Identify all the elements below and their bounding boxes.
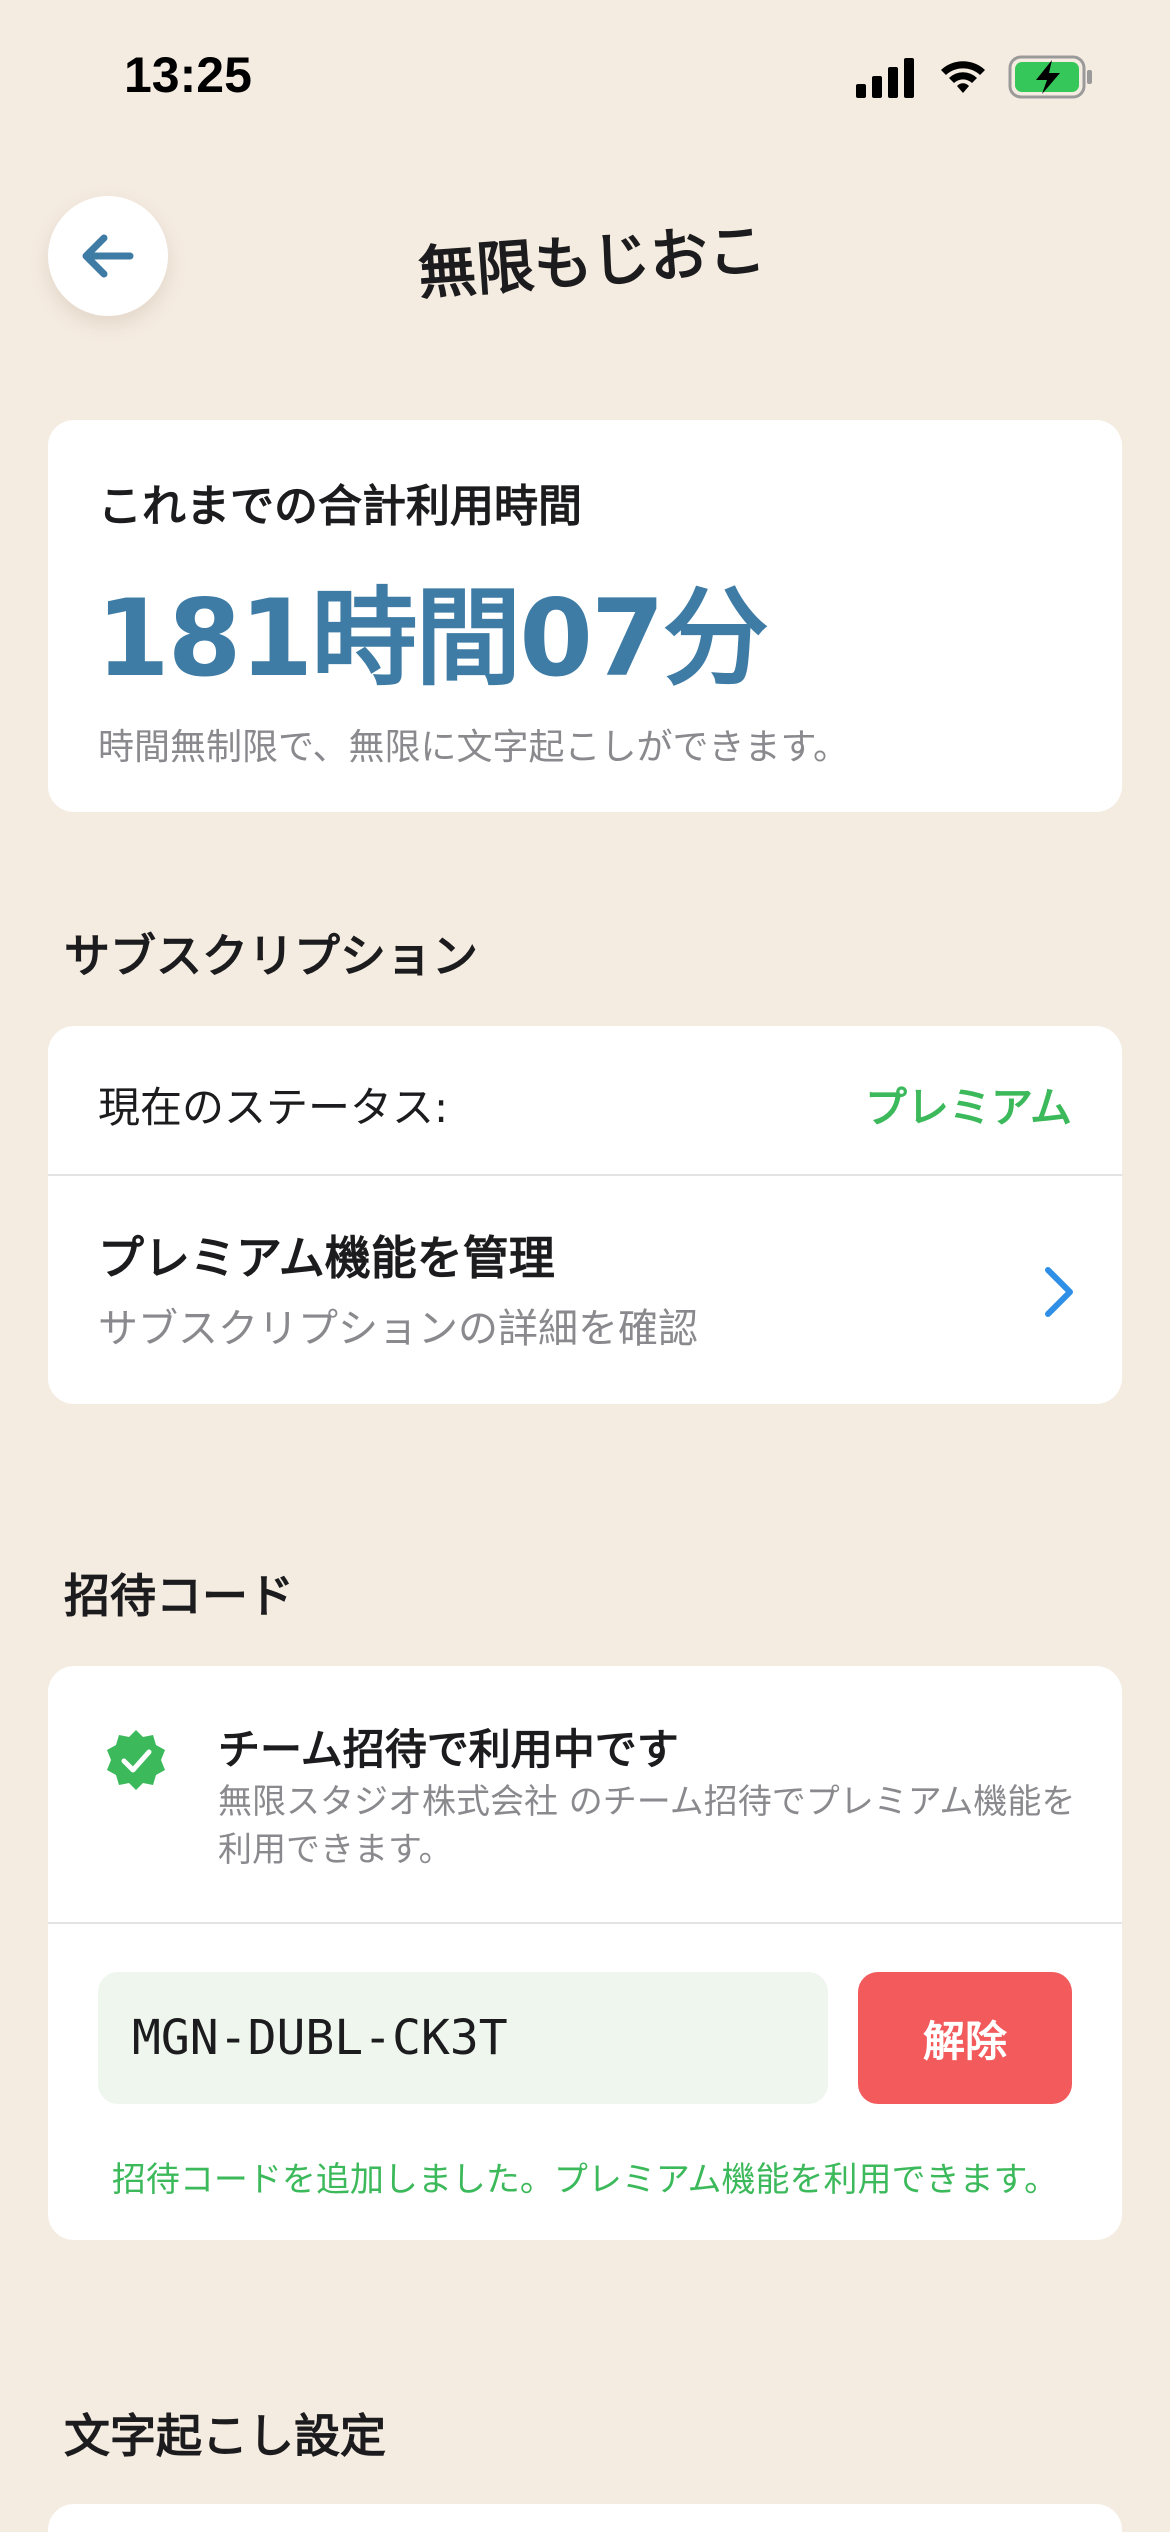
invite-status-title: チーム招待で利用中です xyxy=(218,1725,679,1774)
manage-premium-subtitle: サブスクリプションの詳細を確認 xyxy=(98,1306,698,1352)
verified-check-icon xyxy=(107,1730,165,1790)
invite-status-description: 無限スタジオ株式会社 のチーム招待でプレミアム機能を利用できます。 xyxy=(218,1782,1076,1870)
wifi-icon xyxy=(941,61,985,93)
svg-text:無限もじおこし: 無限もじおこし xyxy=(416,212,762,308)
chevron-right-icon xyxy=(1045,1267,1073,1317)
invite-success-message: 招待コードを追加しました。プレミアム機能を利用できます。 xyxy=(111,2160,1059,2200)
arrow-left-icon xyxy=(82,234,134,278)
divider xyxy=(48,1922,1122,1924)
app-logo: 無限もじおこし xyxy=(416,212,762,308)
status-label: 現在のステータス: xyxy=(98,1083,449,1132)
battery-charging-icon xyxy=(1008,55,1092,99)
cellular-signal-icon xyxy=(856,58,914,98)
subscription-card: 現在のステータス: プレミアム プレミアム機能を管理 サブスクリプションの詳細を… xyxy=(48,1026,1122,1404)
usage-total-value: 181時間07分 xyxy=(96,577,769,700)
usage-label: これまでの合計利用時間 xyxy=(98,481,582,532)
back-button[interactable] xyxy=(48,196,168,316)
invite-code-card: チーム招待で利用中です 無限スタジオ株式会社 のチーム招待でプレミアム機能を利用… xyxy=(48,1666,1122,2240)
usage-card: これまでの合計利用時間 181時間07分 時間無制限で、無限に文字起こしができま… xyxy=(48,420,1122,812)
manage-premium-title: プレミアム機能を管理 xyxy=(98,1231,555,1285)
section-title-invite-code: 招待コード xyxy=(64,1569,294,1623)
status-bar: 13:25 xyxy=(0,0,1170,150)
section-title-subscription: サブスクリプション xyxy=(64,929,478,983)
manage-premium-row[interactable]: プレミアム機能を管理 サブスクリプションの詳細を確認 xyxy=(48,1176,1122,1404)
invite-code-field[interactable] xyxy=(98,1972,828,2104)
status-badge: プレミアム xyxy=(864,1083,1072,1132)
usage-description: 時間無制限で、無限に文字起こしができます。 xyxy=(98,727,849,768)
section-title-transcription-settings: 文字起こし設定 xyxy=(64,2409,386,2463)
transcription-settings-card xyxy=(48,2504,1122,2532)
release-button[interactable]: 解除 xyxy=(858,1972,1072,2104)
status-time: 13:25 xyxy=(124,47,252,103)
subscription-status-row: 現在のステータス: プレミアム xyxy=(48,1026,1122,1176)
